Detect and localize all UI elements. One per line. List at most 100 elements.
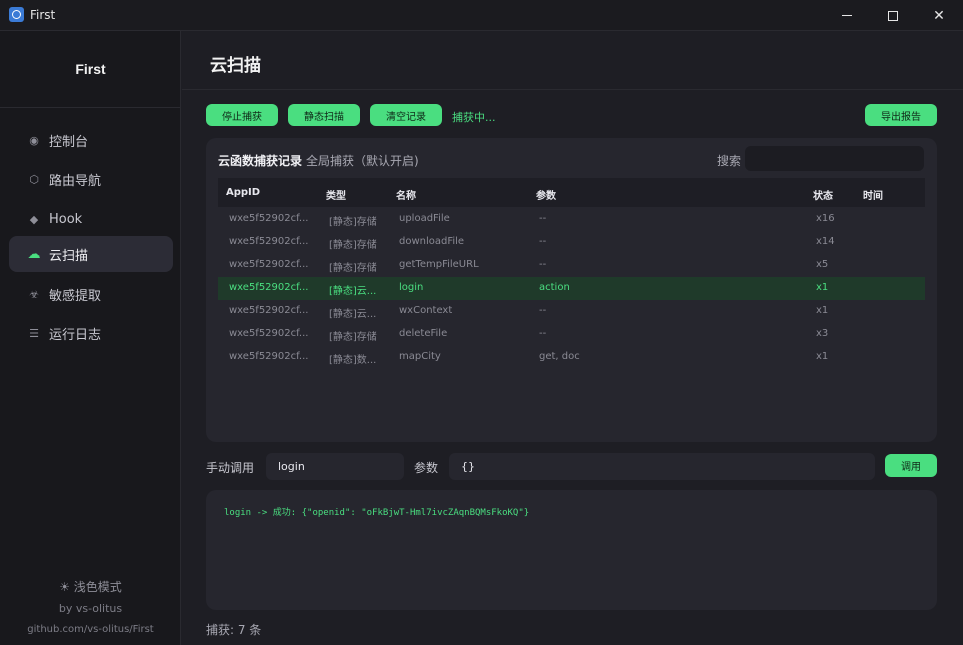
sidebar: First ◉ 控制台 ⬡ 路由导航 ◆ Hook ☁ 云扫描 ☣ 敏感提取 ☰…: [0, 31, 181, 645]
cell-name: deleteFile: [399, 328, 448, 339]
cell-appid: wxe5f52902cf...: [229, 236, 309, 247]
close-icon: ✕: [933, 7, 945, 24]
cloud-icon: ☁: [27, 246, 41, 262]
cell-appid: wxe5f52902cf...: [229, 213, 309, 224]
cell-appid: wxe5f52902cf...: [229, 282, 309, 293]
search-label: 搜索: [717, 154, 742, 168]
output-line: login -> 成功: {"openid": "oFkBjwT-Hml7ivc…: [224, 508, 530, 518]
cell-appid: wxe5f52902cf...: [229, 305, 309, 316]
sidebar-item-label: Hook: [49, 211, 83, 227]
sidebar-item-label: 运行日志: [49, 327, 102, 343]
app-logo-icon: [9, 7, 24, 22]
sidebar-item-cloud-scan[interactable]: ☁ 云扫描: [9, 236, 173, 272]
manual-invoke-label: 手动调用: [206, 461, 255, 475]
capture-status: 捕获中...: [452, 111, 496, 124]
table-row[interactable]: wxe5f52902cf... [静态]存储 uploadFile -- x16: [218, 208, 925, 231]
cell-name: uploadFile: [399, 213, 450, 224]
cell-name: downloadFile: [399, 236, 465, 247]
cell-name: wxContext: [399, 305, 453, 316]
sidebar-item-label: 控制台: [49, 134, 89, 150]
cell-name: getTempFileURL: [399, 259, 479, 270]
minimize-button[interactable]: [824, 0, 870, 31]
table-row[interactable]: wxe5f52902cf... [静态]云... wxContext -- x1: [218, 300, 925, 323]
column-header-appid[interactable]: AppID: [226, 187, 260, 198]
cell-name: mapCity: [399, 351, 441, 362]
cell-appid: wxe5f52902cf...: [229, 351, 309, 362]
cell-params: --: [539, 236, 547, 247]
cell-status: x5: [816, 259, 829, 270]
column-header-type[interactable]: 类型: [326, 187, 346, 202]
biohazard-icon: ☣: [29, 287, 39, 301]
cell-params: get, doc: [539, 351, 580, 362]
sidebar-item-label: 路由导航: [49, 173, 102, 189]
export-report-button[interactable]: 导出报告: [865, 104, 937, 126]
function-name-input[interactable]: [266, 453, 404, 480]
author-credit: by vs-olitus: [58, 602, 123, 615]
table-row[interactable]: wxe5f52902cf... [静态]存储 getTempFileURL --…: [218, 254, 925, 277]
sidebar-item-label: 云扫描: [49, 248, 89, 264]
sidebar-item-hook[interactable]: ◆ Hook: [9, 201, 173, 237]
records-title: 云函数捕获记录: [218, 154, 303, 168]
sidebar-item-console[interactable]: ◉ 控制台: [9, 122, 173, 158]
cell-name: login: [399, 282, 424, 293]
diamond-icon: ◆: [29, 212, 39, 226]
cell-type: [静态]数...: [329, 355, 377, 366]
header-divider: [182, 89, 963, 90]
maximize-button[interactable]: [870, 0, 916, 31]
stop-capture-button[interactable]: 停止捕获: [206, 104, 278, 126]
dot-icon: ◉: [29, 133, 39, 147]
search-input[interactable]: [745, 146, 924, 171]
cell-status: x1: [816, 351, 829, 362]
cell-status: x16: [816, 213, 835, 224]
cell-type: [静态]存储: [329, 240, 377, 251]
list-icon: ☰: [29, 326, 39, 340]
column-header-status[interactable]: 状态: [813, 187, 833, 202]
cell-appid: wxe5f52902cf...: [229, 328, 309, 339]
column-header-name[interactable]: 名称: [396, 187, 416, 202]
cell-params: --: [539, 259, 547, 270]
cell-params: --: [539, 328, 547, 339]
params-label: 参数: [414, 461, 439, 475]
column-header-params[interactable]: 参数: [536, 187, 556, 202]
params-input[interactable]: [449, 453, 875, 480]
maximize-icon: [888, 10, 898, 21]
cell-type: [静态]存储: [329, 217, 377, 228]
theme-toggle-label: 浅色模式: [73, 580, 122, 594]
theme-toggle[interactable]: ☀ 浅色模式: [0, 578, 181, 595]
cell-params: --: [539, 305, 547, 316]
cell-status: x3: [816, 328, 829, 339]
table-row-selected[interactable]: wxe5f52902cf... [静态]云... login action x1: [218, 277, 925, 300]
static-scan-button[interactable]: 静态扫描: [288, 104, 360, 126]
invoke-button[interactable]: 调用: [885, 454, 937, 477]
column-header-time[interactable]: 时间: [863, 187, 883, 202]
page-title: 云扫描: [210, 56, 261, 76]
sidebar-brand: First: [0, 31, 181, 108]
close-button[interactable]: ✕: [916, 0, 962, 31]
table-row[interactable]: wxe5f52902cf... [静态]存储 deleteFile -- x3: [218, 323, 925, 346]
cell-params: --: [539, 213, 547, 224]
sidebar-item-sensitive[interactable]: ☣ 敏感提取: [9, 276, 173, 312]
window-title: First: [30, 8, 56, 22]
table-header: AppID 类型 名称 参数 状态 时间: [218, 178, 925, 207]
records-subtitle: 全局捕获（默认开启): [306, 154, 419, 168]
sidebar-item-label: 敏感提取: [49, 288, 102, 304]
table-row[interactable]: wxe5f52902cf... [静态]数... mapCity get, do…: [218, 346, 925, 369]
cell-appid: wxe5f52902cf...: [229, 259, 309, 270]
cell-type: [静态]存储: [329, 332, 377, 343]
minimize-icon: [842, 15, 852, 16]
sidebar-item-routes[interactable]: ⬡ 路由导航: [9, 161, 173, 197]
sidebar-item-logs[interactable]: ☰ 运行日志: [9, 315, 173, 351]
cell-status: x1: [816, 282, 829, 293]
cell-status: x1: [816, 305, 829, 316]
cell-status: x14: [816, 236, 835, 247]
cell-type: [静态]存储: [329, 263, 377, 274]
cell-type: [静态]云...: [329, 309, 377, 320]
sun-icon: ☀: [59, 580, 70, 594]
cell-type: [静态]云...: [329, 286, 377, 297]
cell-params: action: [539, 282, 570, 293]
table-row[interactable]: wxe5f52902cf... [静态]存储 downloadFile -- x…: [218, 231, 925, 254]
hexagon-icon: ⬡: [29, 172, 39, 186]
clear-records-button[interactable]: 清空记录: [370, 104, 442, 126]
repo-link[interactable]: github.com/vs-olitus/First: [0, 624, 181, 635]
title-bar: First ✕: [0, 0, 963, 31]
